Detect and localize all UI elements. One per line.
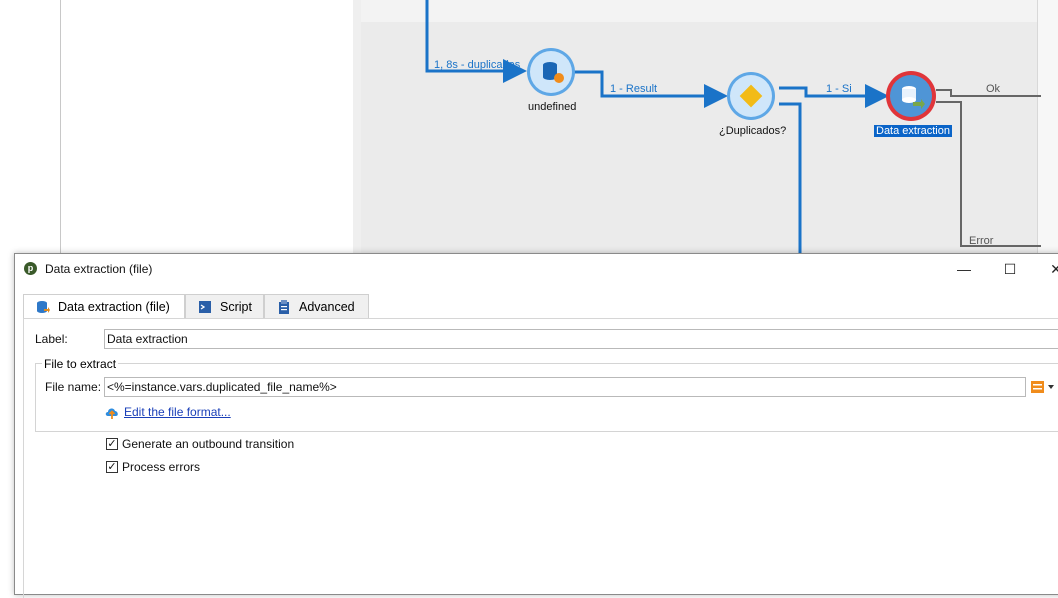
test-node: [727, 72, 775, 120]
group-title: File to extract: [42, 357, 119, 371]
database-export-icon: [37, 301, 50, 313]
tab-panel: Label: Data extraction File to extract F…: [23, 318, 1058, 598]
transition-label-ok: Ok: [986, 83, 1001, 95]
node-label-duplicados[interactable]: ¿Duplicados?: [719, 125, 786, 137]
tab-data-extraction[interactable]: Data extraction (file): [23, 294, 185, 319]
maximize-button[interactable]: ☐: [995, 258, 1025, 280]
title-bar[interactable]: p Data extraction (file) — ☐ ✕: [15, 254, 1058, 284]
query-node: [527, 48, 575, 96]
file-name-caption: File name:: [45, 380, 102, 394]
expression-editor-button[interactable]: [1030, 379, 1058, 395]
tab-label: Script: [220, 300, 252, 314]
edit-format-icon-wrap[interactable]: [104, 404, 120, 420]
close-button[interactable]: ✕: [1041, 258, 1058, 280]
tab-advanced[interactable]: Advanced: [264, 294, 369, 318]
tab-label: Advanced: [299, 300, 355, 314]
workflow-diagram: [425, 0, 1041, 260]
tab-label: Data extraction (file): [58, 300, 170, 314]
transition-error: [936, 101, 1041, 247]
transition-label-si: 1 - Si: [826, 83, 852, 95]
app-icon: p: [24, 262, 37, 275]
window-title: Data extraction (file): [45, 262, 153, 276]
label-input[interactable]: Data extraction: [104, 329, 1058, 349]
clipboard-icon: [279, 300, 289, 314]
tab-script[interactable]: Script: [185, 294, 264, 318]
expression-icon: [1031, 381, 1054, 393]
extraction-node: [886, 71, 936, 121]
file-to-extract-group: [35, 363, 1058, 432]
minimize-button[interactable]: —: [949, 258, 979, 280]
data-extraction-dialog: p Data extraction (file) — ☐ ✕ Data extr…: [14, 253, 1058, 598]
transition-label-result: 1 - Result: [610, 83, 658, 95]
transition-label-duplicados: 1, 8s - duplicados: [434, 59, 521, 71]
node-label-undefined[interactable]: undefined: [528, 101, 576, 113]
cloud-upload-icon: [105, 408, 118, 419]
script-icon: [199, 301, 211, 313]
label-caption: Label:: [35, 332, 68, 346]
generate-transition-checkbox[interactable]: ✓: [106, 438, 118, 450]
process-errors-checkbox[interactable]: ✓: [106, 461, 118, 473]
generate-transition-label: Generate an outbound transition: [122, 437, 295, 451]
selected-node-text: Data extraction: [874, 125, 952, 137]
file-name-input[interactable]: <%=instance.vars.duplicated_file_name%>: [104, 377, 1026, 397]
edit-file-format-link[interactable]: Edit the file format...: [124, 405, 231, 419]
node-label-data-extraction[interactable]: Data extraction: [874, 125, 952, 137]
process-errors-label: Process errors: [122, 460, 201, 474]
transition-label-error: Error: [969, 235, 994, 247]
